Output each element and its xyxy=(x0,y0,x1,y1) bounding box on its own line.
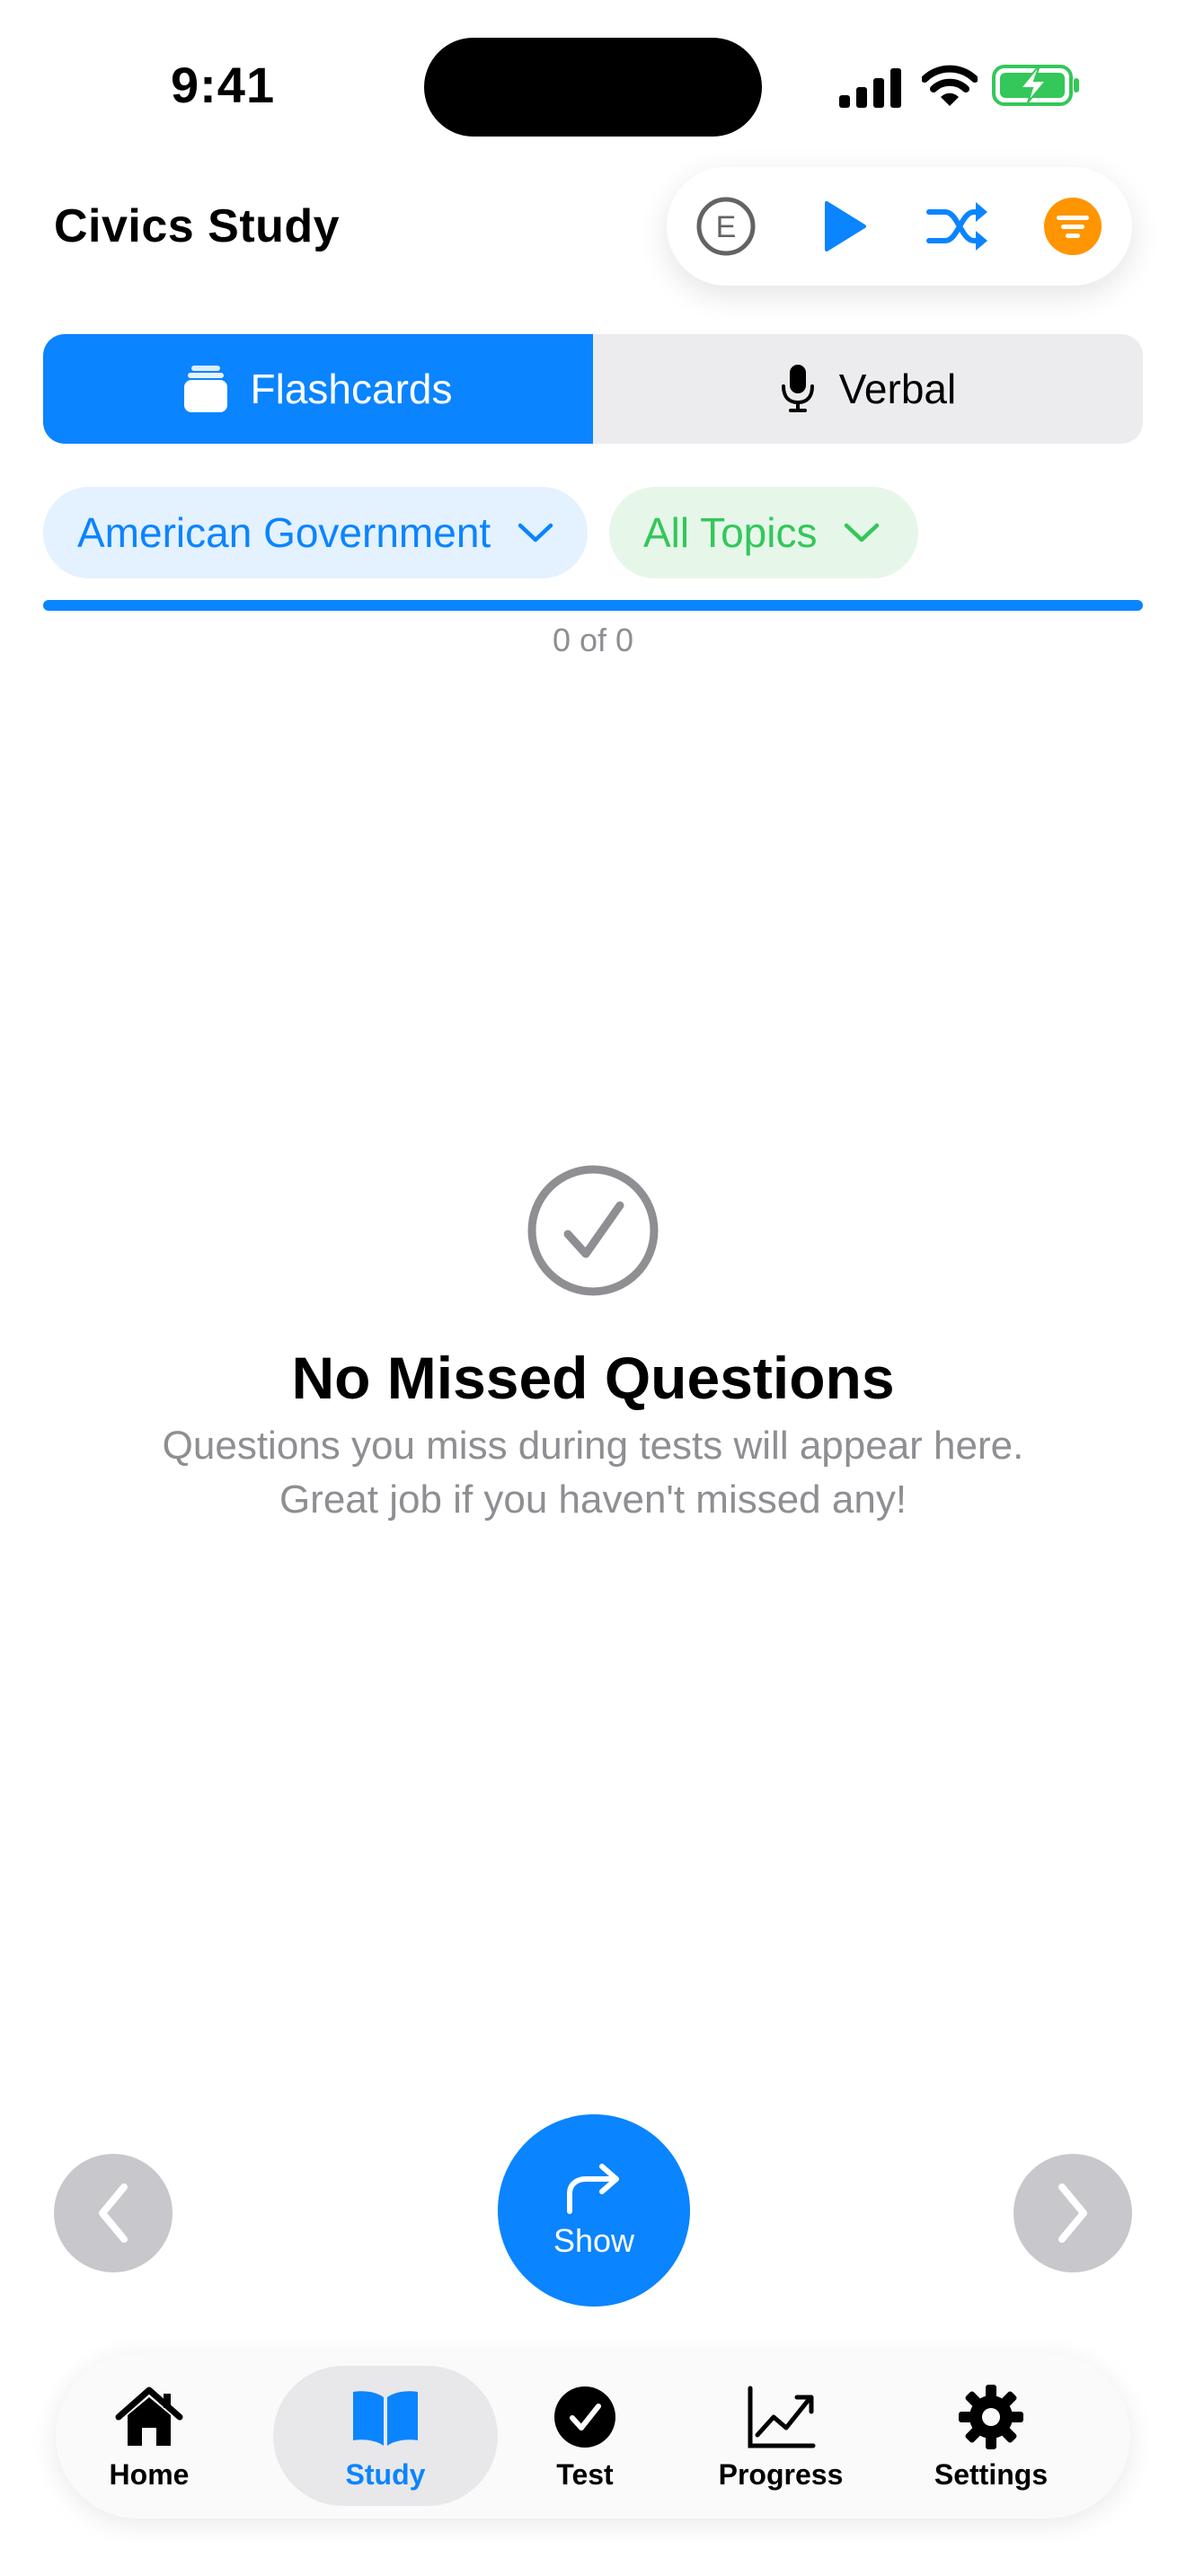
dynamic-island xyxy=(424,38,762,137)
gear-icon xyxy=(959,2384,1023,2449)
house-icon xyxy=(115,2386,183,2446)
svg-text:E: E xyxy=(716,210,737,244)
empty-state-line-2: Great job if you haven't missed any! xyxy=(279,1478,907,1522)
tab-test[interactable]: Test xyxy=(518,2366,652,2506)
cards-icon xyxy=(183,366,227,412)
tab-progress-label: Progress xyxy=(718,2457,844,2491)
tab-home[interactable]: Home xyxy=(68,2366,230,2506)
progress-label: 0 of 0 xyxy=(552,622,634,658)
e-circle-icon: E xyxy=(696,197,756,256)
tab-bar: Home Study Test Progress Settings xyxy=(56,2353,1130,2519)
chevron-left-icon xyxy=(99,2183,128,2243)
tab-home-label: Home xyxy=(109,2457,190,2491)
tab-verbal[interactable]: Verbal xyxy=(593,334,1143,444)
topic-dropdown-label: All Topics xyxy=(643,509,818,556)
battery-charging-icon xyxy=(992,65,1079,106)
previous-card-button[interactable] xyxy=(54,2154,173,2272)
screen: 9:41 Civics Study E Flashcards Verbal Am… xyxy=(0,0,1186,2576)
tab-settings-label: Settings xyxy=(934,2457,1049,2491)
filter-icon xyxy=(1044,198,1102,255)
shuffle-button[interactable] xyxy=(918,187,997,266)
play-button[interactable] xyxy=(801,187,881,266)
tab-study-label: Study xyxy=(345,2457,426,2491)
category-dropdown-label: American Government xyxy=(77,509,491,556)
tab-progress[interactable]: Progress xyxy=(695,2366,866,2506)
checkmark-circle-icon xyxy=(527,1165,659,1296)
empty-state-line-1: Questions you miss during tests will app… xyxy=(162,1424,1024,1468)
tab-flashcards[interactable]: Flashcards xyxy=(43,334,593,444)
status-time: 9:41 xyxy=(171,57,276,113)
play-icon xyxy=(825,201,866,251)
chevron-down-icon xyxy=(518,523,553,543)
tab-settings[interactable]: Settings xyxy=(906,2366,1076,2506)
chart-icon xyxy=(748,2386,816,2448)
cellular-signal-icon xyxy=(839,68,901,108)
empty-state-title: No Missed Questions xyxy=(291,1345,895,1411)
tab-verbal-label: Verbal xyxy=(838,366,957,412)
tab-study[interactable]: Study xyxy=(273,2366,498,2506)
checkmark-circle-icon xyxy=(554,2386,615,2448)
mode-segmented-control: Flashcards Verbal xyxy=(43,334,1143,444)
shuffle-icon xyxy=(926,202,987,251)
tab-test-label: Test xyxy=(556,2457,614,2491)
book-icon xyxy=(353,2390,418,2446)
chevron-down-icon xyxy=(845,523,880,543)
empty-state-message: Questions you miss during tests will app… xyxy=(0,1419,1186,1527)
category-dropdown[interactable]: American Government xyxy=(43,487,588,578)
english-toggle-button[interactable]: E xyxy=(686,187,766,266)
tab-flashcards-label: Flashcards xyxy=(250,366,453,412)
share-arrow-icon xyxy=(567,2164,619,2214)
toolbar: E xyxy=(667,167,1132,286)
next-card-button[interactable] xyxy=(1013,2154,1132,2272)
topic-dropdown[interactable]: All Topics xyxy=(609,487,918,578)
wifi-icon xyxy=(922,65,978,106)
show-answer-button[interactable]: Show xyxy=(498,2114,690,2307)
show-button-label: Show xyxy=(553,2222,635,2259)
filter-button[interactable] xyxy=(1033,187,1112,266)
progress-bar xyxy=(43,600,1143,611)
page-title: Civics Study xyxy=(54,200,341,252)
microphone-icon xyxy=(781,365,814,412)
chevron-right-icon xyxy=(1058,2183,1087,2243)
